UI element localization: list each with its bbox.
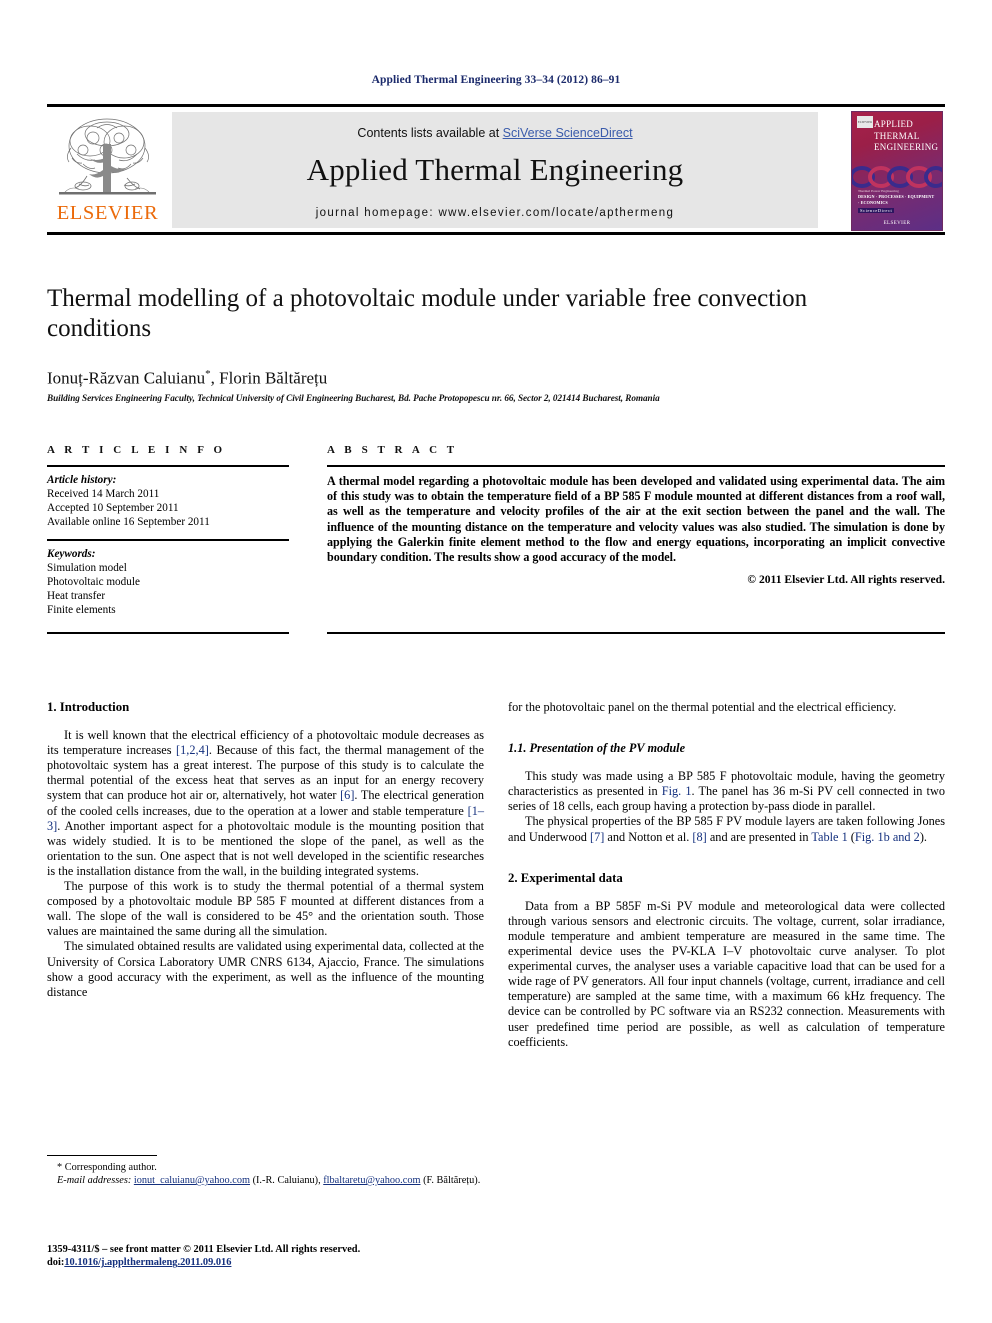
email-label: E-mail addresses: [57, 1175, 132, 1186]
citation-ref-124[interactable]: [1,2,4] [176, 743, 209, 757]
doi-line: doi:10.1016/j.applthermaleng.2011.09.016 [47, 1256, 517, 1269]
abstract-rule [327, 465, 945, 467]
masthead-bottom-rule [47, 232, 945, 235]
pv-p3-b: and Notton et al. [604, 829, 693, 844]
paragraph-intro-2: The purpose of this work is to study the… [47, 879, 484, 939]
author-2: , Florin Băltărețu [210, 368, 328, 388]
paragraph-intro-1: It is well known that the electrical eff… [47, 728, 484, 879]
abstract-copyright: © 2011 Elsevier Ltd. All rights reserved… [747, 573, 945, 587]
paragraph-pv-module-1: This study was made using a BP 585 F pho… [508, 769, 945, 814]
keyword-2: Photovoltaic module [47, 575, 140, 588]
issn-front-matter-line: 1359-4311/$ – see front matter © 2011 El… [47, 1244, 361, 1255]
journal-title: Applied Thermal Engineering [306, 152, 684, 187]
article-info-heading: A R T I C L E I N F O [47, 444, 226, 456]
email-link-1[interactable]: ionut_caluianu@yahoo.com [134, 1175, 250, 1186]
masthead-top-rule [47, 104, 945, 107]
email-addresses-note: E-mail addresses: ionut_caluianu@yahoo.c… [57, 1175, 481, 1186]
pv-p3-c: and are presented in [706, 829, 812, 844]
section-heading-experimental-data: 2. Experimental data [508, 870, 623, 885]
citation-ref-8[interactable]: [8] [692, 830, 706, 844]
keyword-1: Simulation model [47, 561, 127, 574]
citation-ref-7[interactable]: [7] [590, 830, 604, 844]
section-heading-introduction: 1. Introduction [47, 700, 130, 714]
paragraph-pv-module-2: The physical properties of the BP 585 F … [508, 814, 945, 844]
article-history-label: Article history: [47, 474, 117, 486]
paper-title: Thermal modelling of a photovoltaic modu… [47, 285, 808, 342]
doi-prefix: doi: [47, 1257, 65, 1269]
cover-footer-text: Thermal Power Engineering DESIGN · PROCE… [858, 189, 936, 214]
running-head: Applied Thermal Engineering 33–34 (2012)… [371, 74, 621, 86]
journal-homepage-line[interactable]: journal homepage: www.elsevier.com/locat… [172, 207, 818, 219]
body-column-right: for the photovoltaic panel on the therma… [508, 700, 945, 1050]
keywords-label: Keywords: [47, 547, 96, 560]
intro-p1-d: . Another important aspect for a photovo… [47, 818, 484, 878]
cover-title-line3: ENGINEERING [874, 142, 939, 152]
section-heading-pv-module: 1.1. Presentation of the PV module [508, 741, 686, 756]
keyword-4: Finite elements [47, 604, 116, 617]
masthead-centre-band: Contents lists available at SciVerse Sci… [172, 112, 818, 228]
article-history-received: Received 14 March 2011 [47, 488, 160, 500]
elsevier-logo: ELSEVIER [51, 112, 164, 228]
cover-title-line2: THERMAL [874, 130, 920, 141]
article-info-bottom-rule [47, 632, 289, 634]
article-history-accepted: Accepted 10 September 2011 [47, 502, 179, 515]
author-list: Ionuț-Răzvan Caluianu*, Florin Băltărețu [47, 368, 907, 389]
pv-p3-e: ). [919, 829, 927, 844]
footnote-rule [47, 1155, 157, 1156]
cover-foot-bar: ScienceDirect [858, 208, 895, 213]
keyword-3: Heat transfer [47, 590, 106, 603]
affiliation: Building Services Engineering Faculty, T… [47, 393, 660, 403]
paragraph-intro-3: The simulated obtained results are valid… [47, 939, 484, 999]
paragraph-right-continued: for the photovoltaic panel on the therma… [508, 700, 897, 714]
table-ref-table1[interactable]: Table 1 [811, 830, 847, 844]
cover-foot-topics: DESIGN · PROCESSES · EQUIPMENT · ECONOMI… [858, 194, 935, 205]
journal-cover-thumbnail[interactable]: ELSEVIER APPLIED THERMAL ENGINEERING The… [851, 111, 943, 231]
cover-title-line1: APPLIED [874, 119, 914, 129]
article-history-online: Available online 16 September 2011 [47, 516, 210, 529]
contents-available-line: Contents lists available at SciVerse Sci… [172, 126, 818, 140]
doi-link[interactable]: 10.1016/j.applthermaleng.2011.09.016 [64, 1257, 231, 1268]
journal-masthead: ELSEVIER Contents lists available at Sci… [47, 104, 945, 235]
cover-brand: ELSEVIER [883, 221, 911, 226]
article-info-rule [47, 465, 289, 467]
page-footer: 1359-4311/$ – see front matter © 2011 El… [47, 1243, 517, 1270]
footnote-block: * Corresponding author. E-mail addresses… [47, 1155, 484, 1187]
cover-elsevier-logo: ELSEVIER [857, 116, 873, 128]
email-link-2[interactable]: flbaltaretu@yahoo.com [323, 1175, 420, 1186]
email-owner-1: (I.-R. Caluianu) [252, 1175, 319, 1186]
sciencedirect-link[interactable]: SciVerse ScienceDirect [503, 126, 633, 140]
abstract-heading: A B S T R A C T [327, 444, 458, 456]
contents-prefix: Contents lists available at [357, 126, 503, 140]
keywords-rule [47, 538, 289, 541]
elsevier-tree-icon [59, 118, 156, 195]
author-1: Ionuț-Răzvan Caluianu [47, 368, 206, 388]
abstract-text: A thermal model regarding a photovoltaic… [327, 474, 945, 565]
abstract-block: A B S T R A C T A thermal model regardin… [327, 444, 945, 586]
article-info-block: A R T I C L E I N F O Article history: R… [47, 444, 289, 617]
pv-p3-d: ( [847, 829, 855, 844]
figure-ref-fig1b-2[interactable]: Fig. 1b and 2 [855, 830, 920, 844]
body-column-left: 1. Introduction It is well known that th… [47, 700, 484, 1000]
paper-page: Applied Thermal Engineering 33–34 (2012)… [0, 0, 992, 1323]
figure-ref-fig1[interactable]: Fig. 1 [662, 784, 692, 798]
cover-title: APPLIED THERMAL ENGINEERING [874, 119, 938, 154]
abstract-bottom-rule [327, 632, 945, 634]
elsevier-wordmark: ELSEVIER [56, 202, 159, 224]
paragraph-experimental-1: Data from a BP 585F m-Si PV module and m… [508, 898, 945, 1049]
email-owner-2: (F. Băltărețu). [423, 1175, 481, 1186]
citation-ref-6[interactable]: [6] [340, 788, 354, 802]
corresponding-author-note: * Corresponding author. [57, 1162, 157, 1173]
